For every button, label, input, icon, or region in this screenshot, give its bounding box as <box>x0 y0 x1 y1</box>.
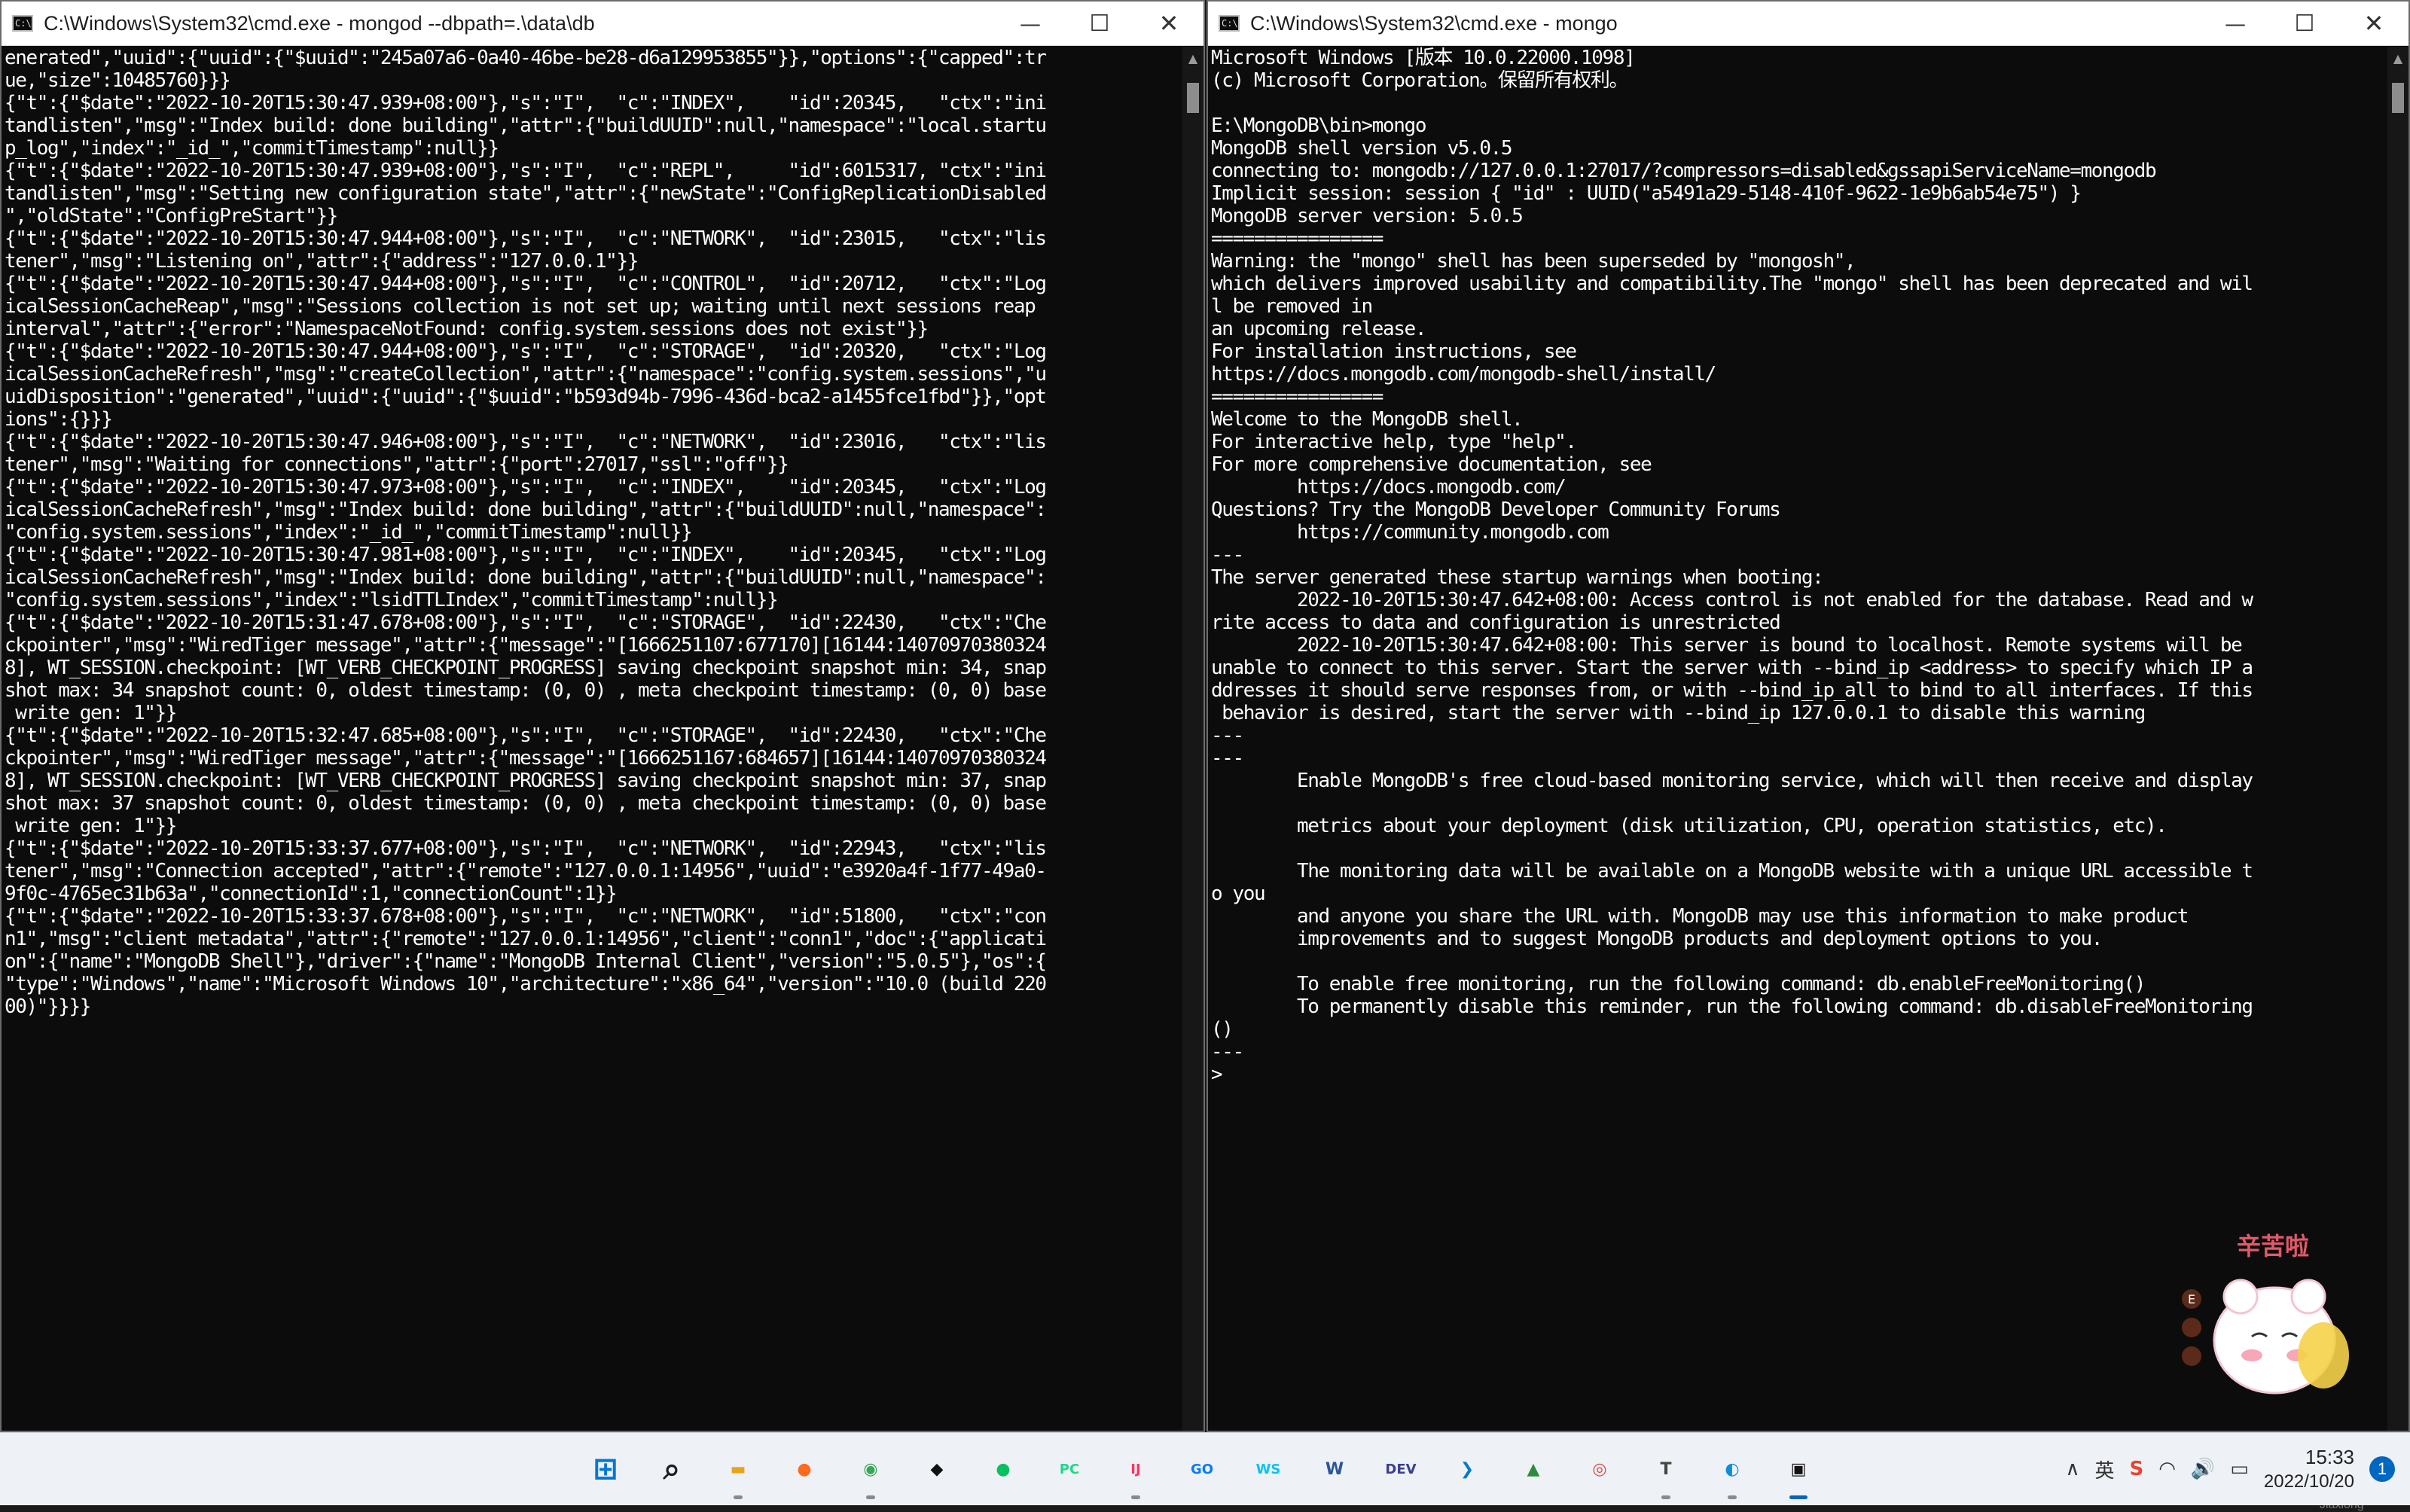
scroll-up-arrow-icon[interactable]: ▲ <box>1182 51 1203 66</box>
word-icon[interactable]: W <box>1309 1443 1360 1495</box>
app-glyph: DEV <box>1385 1461 1417 1477</box>
running-indicator <box>1131 1495 1140 1499</box>
cmd-icon: C:\ <box>1219 15 1240 32</box>
app-glyph: ◎ <box>1592 1459 1607 1479</box>
app-glyph: T <box>1660 1459 1672 1479</box>
edge-icon[interactable]: ◐ <box>1707 1443 1758 1499</box>
input-method-indicator[interactable]: 英 <box>2094 1456 2114 1483</box>
console-output: Microsoft Windows [版本 10.0.22000.1098] (… <box>1211 47 2253 1086</box>
console-output-area[interactable]: enerated","uuid":{"uuid":{"$uuid":"245a0… <box>5 47 1179 1431</box>
app-glyph: ● <box>996 1459 1011 1479</box>
app-glyph: IJ <box>1130 1461 1141 1477</box>
scroll-up-arrow-icon[interactable]: ▲ <box>2387 51 2408 66</box>
title-bar[interactable]: C:\ C:\Windows\System32\cmd.exe - mongo … <box>1208 2 2408 46</box>
vertical-scrollbar[interactable]: ▲ <box>2387 47 2408 1431</box>
app-glyph: ▲ <box>1527 1459 1540 1479</box>
show-hidden-icons-chevron-icon[interactable]: ∧ <box>2065 1458 2079 1480</box>
start-icon[interactable]: ⊞ <box>580 1443 631 1495</box>
intellij-icon[interactable]: IJ <box>1110 1443 1161 1499</box>
clock[interactable]: 15:33 2022/10/20 <box>2264 1444 2354 1494</box>
wifi-icon[interactable]: ◠ <box>2158 1458 2176 1480</box>
mongod-console-window[interactable]: C:\ C:\Windows\System32\cmd.exe - mongod… <box>0 0 1205 1432</box>
window-title: C:\Windows\System32\cmd.exe - mongo <box>1250 11 1618 35</box>
terminal-icon[interactable]: ▣ <box>1773 1443 1824 1499</box>
mongo-shell-window[interactable]: C:\ C:\Windows\System32\cmd.exe - mongo … <box>1207 0 2410 1432</box>
minimize-button[interactable]: — <box>2201 2 2270 45</box>
taskbar-apps: ⊞ ⌕ ▬ ● ◉ ◆ ● PC IJ GO WS W DEV ❯ ▲ ◎ T ◐ ▣ <box>580 1443 1824 1499</box>
search-icon[interactable]: ⌕ <box>646 1443 697 1495</box>
running-indicator <box>866 1495 875 1499</box>
svg-text:E: E <box>2188 1292 2195 1306</box>
sticker-decoration: 辛苦啦 E <box>2169 1227 2365 1408</box>
app-glyph: PC <box>1059 1461 1080 1477</box>
battery-icon[interactable]: ▭ <box>2230 1458 2249 1480</box>
app-glyph: ◆ <box>930 1459 944 1479</box>
image-viewer-icon[interactable]: ▲ <box>1508 1443 1559 1495</box>
scroll-thumb[interactable] <box>1187 83 1199 113</box>
running-indicator <box>734 1495 743 1499</box>
app-glyph: ● <box>797 1459 812 1479</box>
wechat-icon[interactable]: ● <box>978 1443 1029 1495</box>
file-explorer-icon[interactable]: ▬ <box>712 1443 764 1499</box>
app-glyph: WS <box>1255 1461 1281 1477</box>
app-glyph: ◐ <box>1725 1459 1740 1479</box>
snail-icon[interactable]: ◎ <box>1574 1443 1625 1495</box>
cmd-icon: C:\ <box>12 15 33 32</box>
app-glyph: GO <box>1190 1461 1214 1477</box>
close-button[interactable]: ✕ <box>1134 2 1203 45</box>
maximize-button[interactable]: ☐ <box>1065 2 1134 45</box>
app-glyph: ❯ <box>1460 1459 1475 1479</box>
scroll-thumb[interactable] <box>2392 83 2404 113</box>
app-glyph: ⊞ <box>593 1452 618 1486</box>
close-button[interactable]: ✕ <box>2339 2 2408 45</box>
qq-icon[interactable]: ◆ <box>911 1443 962 1495</box>
volume-icon[interactable]: 🔊 <box>2191 1458 2215 1480</box>
vertical-scrollbar[interactable]: ▲ <box>1182 47 1203 1431</box>
devecostudio-icon[interactable]: DEV <box>1375 1443 1426 1495</box>
clock-time: 15:33 <box>2305 1446 2354 1468</box>
running-indicator <box>1789 1495 1808 1499</box>
running-indicator <box>1728 1495 1737 1499</box>
notification-badge[interactable]: 1 <box>2369 1456 2395 1482</box>
running-indicator <box>1661 1495 1670 1499</box>
vscode-icon[interactable]: ❯ <box>1441 1443 1493 1495</box>
maximize-button[interactable]: ☐ <box>2270 2 2339 45</box>
console-output-area[interactable]: Microsoft Windows [版本 10.0.22000.1098] (… <box>1211 47 2384 1431</box>
window-title: C:\Windows\System32\cmd.exe - mongod --d… <box>44 11 595 35</box>
system-tray[interactable]: ∧ 英 S ◠ 🔊 ▭ 15:33 2022/10/20 1 <box>2065 1433 2395 1505</box>
app-glyph: ▬ <box>730 1459 746 1479</box>
app-glyph: W <box>1325 1459 1344 1479</box>
app-glyph: ◉ <box>863 1459 878 1479</box>
chrome-icon[interactable]: ◉ <box>845 1443 896 1499</box>
console-output: enerated","uuid":{"uuid":{"$uuid":"245a0… <box>5 47 1047 1018</box>
app-glyph: ⌕ <box>663 1452 681 1486</box>
minimize-button[interactable]: — <box>996 2 1065 45</box>
clock-date: 2022/10/20 <box>2263 1471 2354 1492</box>
typora-icon[interactable]: T <box>1640 1443 1692 1499</box>
taskbar[interactable]: ⊞ ⌕ ▬ ● ◉ ◆ ● PC IJ GO WS W DEV ❯ ▲ ◎ T ◐ ▣ ∧ 英 S ◠ 🔊 ▭ 15… <box>0 1432 2410 1505</box>
webstorm-icon[interactable]: WS <box>1243 1443 1294 1495</box>
title-bar[interactable]: C:\ C:\Windows\System32\cmd.exe - mongod… <box>2 2 1203 46</box>
sticker-text: 辛苦啦 <box>2237 1232 2310 1261</box>
app-glyph: ▣ <box>1790 1459 1807 1479</box>
pycharm-icon[interactable]: PC <box>1044 1443 1095 1495</box>
firefox-icon[interactable]: ● <box>779 1443 830 1495</box>
sogou-ime-icon[interactable]: S <box>2130 1458 2144 1480</box>
goland-icon[interactable]: GO <box>1176 1443 1228 1495</box>
